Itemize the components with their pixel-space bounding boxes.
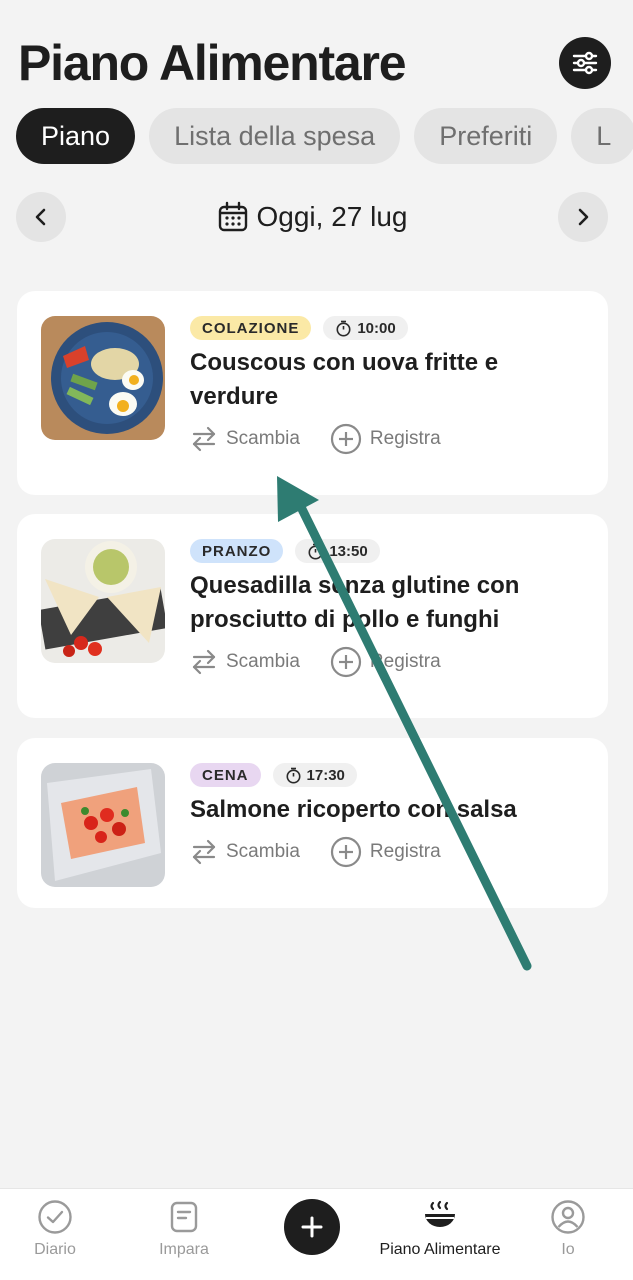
log-button[interactable]: Registra [330,646,441,678]
meal-time-badge: 17:30 [272,763,357,787]
log-button[interactable]: Registra [330,423,441,455]
plus-icon [301,1216,323,1238]
meal-time: 17:30 [306,766,345,784]
meal-title: Quesadilla senza glutine con prosciutto … [190,572,520,633]
calendar-icon [218,201,247,232]
meal-time-badge: 10:00 [323,316,408,340]
date-navigator: Oggi, 27 lug [16,192,608,242]
stopwatch-icon [286,767,301,783]
swap-button[interactable]: Scambia [190,648,300,676]
plus-circle-icon [330,423,362,455]
chevron-left-icon [35,208,46,226]
swap-label: Scambia [226,428,300,449]
meal-time-badge: 13:50 [295,539,380,563]
add-button[interactable] [284,1199,340,1255]
next-day-button[interactable] [558,192,608,242]
meal-image [41,316,165,440]
tab-bar: Piano Lista della spesa Preferiti L [16,108,633,164]
meal-time: 10:00 [357,319,396,337]
swap-button[interactable]: Scambia [190,838,300,866]
swap-icon [192,839,216,865]
nav-label: Piano Alimentare [379,1241,501,1258]
meal-time: 13:50 [329,542,368,560]
stopwatch-icon [336,320,351,336]
header: Piano Alimentare [18,32,611,94]
meal-image [41,763,165,887]
meal-type-badge: CENA [190,763,261,787]
meal-type-badge: COLAZIONE [190,316,312,340]
check-circle-icon [38,1200,72,1234]
food-bowl-icon [425,1200,455,1227]
meal-title: Couscous con uova fritte e verdure [190,349,499,410]
log-label: Registra [369,428,441,449]
log-label: Registra [369,841,441,862]
nav-piano-alimentare[interactable]: Piano Alimentare [375,1199,505,1259]
tab-more[interactable]: L [571,108,633,164]
date-selector[interactable]: Oggi, 27 lug [217,201,408,233]
date-label: Oggi, 27 lug [256,201,408,232]
meal-title: Salmone ricoperto con salsa [190,796,517,823]
nav-impara[interactable]: Impara [119,1199,249,1259]
stopwatch-icon [308,543,323,559]
document-icon [170,1201,198,1233]
log-label: Registra [369,651,441,672]
bottom-nav: Diario Impara Piano Alimentare Io [0,1188,633,1280]
chevron-right-icon [578,208,589,226]
sliders-icon [572,51,598,75]
swap-label: Scambia [226,841,300,862]
meal-image [41,539,165,663]
swap-icon [192,426,216,452]
tab-piano[interactable]: Piano [16,108,136,164]
nav-label: Io [561,1241,575,1258]
filter-button[interactable] [559,37,611,89]
meal-card-pranzo[interactable]: PRANZO 13:50 Quesadilla senza glutine co… [17,514,608,718]
swap-label: Scambia [226,651,300,672]
tab-lista-della-spesa[interactable]: Lista della spesa [149,108,401,164]
tab-preferiti[interactable]: Preferiti [414,108,558,164]
profile-icon [551,1200,585,1234]
meal-type-badge: PRANZO [190,539,284,563]
nav-io[interactable]: Io [503,1199,633,1259]
plus-circle-icon [330,646,362,678]
swap-button[interactable]: Scambia [190,425,300,453]
meal-card-cena[interactable]: CENA 17:30 Salmone ricoperto con salsa S… [17,738,608,908]
prev-day-button[interactable] [16,192,66,242]
log-button[interactable]: Registra [330,836,441,868]
nav-label: Impara [159,1241,209,1258]
plus-circle-icon [330,836,362,868]
swap-icon [192,649,216,675]
nav-diario[interactable]: Diario [0,1199,120,1259]
meal-card-colazione[interactable]: COLAZIONE 10:00 Couscous con uova fritte… [17,291,608,495]
nav-label: Diario [34,1241,76,1258]
page-title: Piano Alimentare [18,35,407,91]
